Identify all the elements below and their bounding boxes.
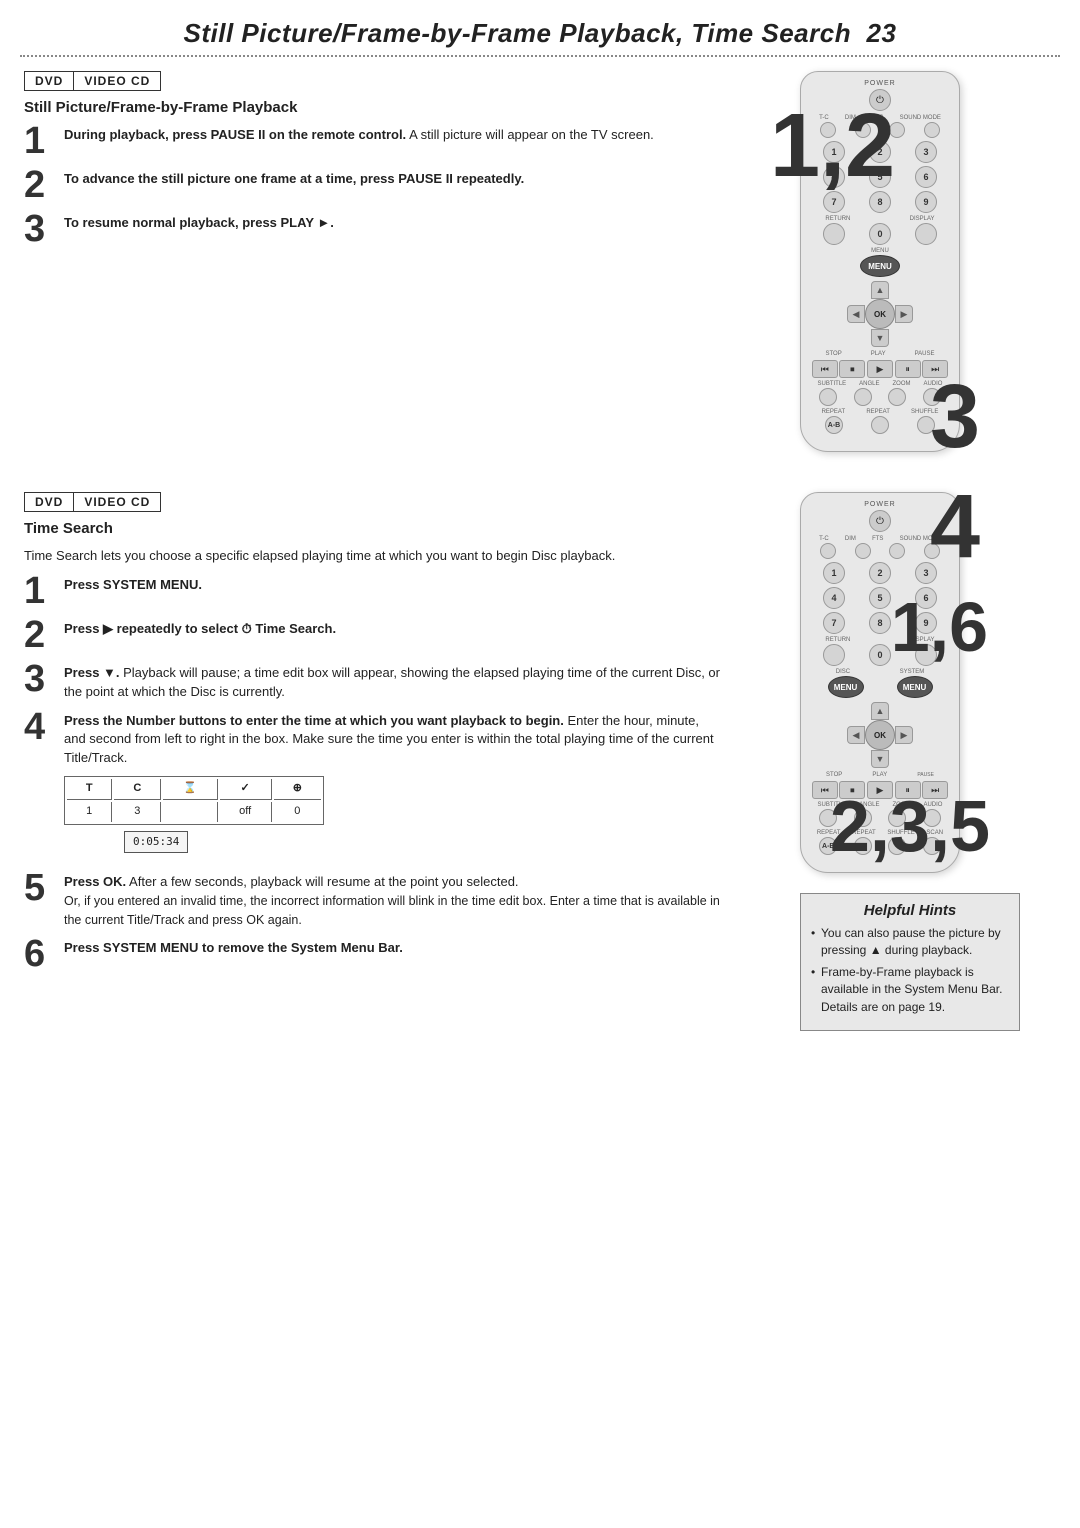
time-table: T C ⌛ ✓ ⊕ 1 3 off 0 bbox=[64, 776, 324, 825]
step-content-b5: Press OK. After a few seconds, playback … bbox=[64, 873, 720, 930]
step-2-bottom: 2 Press ▶ repeatedly to select ⏱ Time Se… bbox=[24, 620, 720, 654]
step-1-bottom: 1 Press SYSTEM MENU. bbox=[24, 576, 720, 610]
step-3-bottom: 3 Press ▼. Playback will pause; a time e… bbox=[24, 664, 720, 702]
step-content-3: To resume normal playback, press PLAY ►. bbox=[64, 214, 720, 233]
bottom-labels: SUBTITLE ANGLE ZOOM AUDIO bbox=[811, 381, 949, 387]
step-num-b4: 4 bbox=[24, 708, 56, 746]
overlay-num-16: 1,6 bbox=[891, 592, 988, 662]
step-6-bottom: 6 Press SYSTEM MENU to remove the System… bbox=[24, 939, 720, 973]
step-num-b2: 2 bbox=[24, 616, 56, 654]
time-search-intro: Time Search lets you choose a specific e… bbox=[24, 547, 720, 566]
step-content-2: To advance the still picture one frame a… bbox=[64, 170, 720, 189]
remote2-small-btns bbox=[811, 543, 949, 559]
remote2-power-label: POWER bbox=[811, 501, 949, 508]
hint-item-1: You can also pause the picture by pressi… bbox=[811, 925, 1009, 960]
remote2-dpad: ▲ ◀ OK ▶ ▼ bbox=[811, 702, 949, 768]
step-1-top: 1 During playback, press PAUSE II on the… bbox=[24, 126, 720, 160]
step-2-top: 2 To advance the still picture one frame… bbox=[24, 170, 720, 204]
transport-btns: ⏮ ⏹ ▶ ⏸ ⏭ bbox=[811, 360, 949, 378]
page-title: Still Picture/Frame-by-Frame Playback, T… bbox=[0, 0, 1080, 55]
step-5-bottom: 5 Press OK. After a few seconds, playbac… bbox=[24, 873, 720, 930]
remote2-ok-btn: OK bbox=[865, 720, 895, 750]
transport-labels: STOP PLAY PAUSE bbox=[811, 351, 949, 357]
step-4-bottom: 4 Press the Number buttons to enter the … bbox=[24, 712, 720, 863]
badge-videocd-2: VIDEO CD bbox=[73, 492, 161, 512]
step-content-b6: Press SYSTEM MENU to remove the System M… bbox=[64, 939, 720, 958]
step-num-b3: 3 bbox=[24, 660, 56, 698]
step-num-b6: 6 bbox=[24, 935, 56, 973]
step-content-1: During playback, press PAUSE II on the r… bbox=[64, 126, 720, 145]
remote2-menu-btns: MENU MENU bbox=[811, 676, 949, 698]
overlay-num-3: 3 bbox=[930, 372, 980, 462]
section-divider-top bbox=[20, 55, 1060, 57]
repeat-labels: REPEAT REPEAT SHUFFLE bbox=[811, 409, 949, 415]
remote2-power-btn: ⏻ bbox=[869, 510, 891, 532]
overlay-num-235: 2,3,5 bbox=[830, 791, 990, 863]
hints-title: Helpful Hints bbox=[811, 902, 1009, 919]
section-title-bottom: Time Search bbox=[24, 520, 720, 537]
remote-2-wrap: 4 POWER ⏻ T-C DIM FTS SOUND MODE bbox=[800, 492, 960, 873]
step-content-b4: Press the Number buttons to enter the ti… bbox=[64, 712, 720, 863]
remote-return-display-labels: RETURN DISPLAY bbox=[811, 216, 949, 222]
hints-list: You can also pause the picture by pressi… bbox=[811, 925, 1009, 1016]
step-content-b3: Press ▼. Playback will pause; a time edi… bbox=[64, 664, 720, 702]
step-num-b5: 5 bbox=[24, 869, 56, 907]
bottom-btns bbox=[811, 388, 949, 406]
remote2-labels-row1: T-C DIM FTS SOUND MODE bbox=[811, 536, 949, 542]
step-num-1: 1 bbox=[24, 122, 56, 160]
step-num-b1: 1 bbox=[24, 572, 56, 610]
repeat-btns: A-B bbox=[811, 416, 949, 434]
remote-return-zero-display-row: 0 bbox=[811, 223, 949, 245]
badge-videocd: VIDEO CD bbox=[73, 71, 161, 91]
step-3-top: 3 To resume normal playback, press PLAY … bbox=[24, 214, 720, 248]
system-menu-label: MENU bbox=[811, 248, 949, 254]
dpad: ▲ ◀ OK ▶ ▼ bbox=[811, 281, 949, 347]
ok-btn: OK bbox=[865, 299, 895, 329]
time-display: 0:05:34 bbox=[124, 831, 188, 853]
hint-item-2: Frame-by-Frame playback is available in … bbox=[811, 964, 1009, 1016]
remote-power-label: POWER bbox=[811, 80, 949, 87]
section-title-top: Still Picture/Frame-by-Frame Playback bbox=[24, 99, 720, 116]
remote2-disc-system-labels: DISC SYSTEM bbox=[811, 669, 949, 675]
step-num-2: 2 bbox=[24, 166, 56, 204]
step-num-3: 3 bbox=[24, 210, 56, 248]
system-menu-btn: MENU bbox=[860, 255, 900, 277]
hints-box: Helpful Hints You can also pause the pic… bbox=[800, 893, 1020, 1031]
badge-row-bottom: DVD VIDEO CD bbox=[24, 492, 720, 512]
step-content-b1: Press SYSTEM MENU. bbox=[64, 576, 720, 595]
overlay-num-4: 4 bbox=[930, 482, 980, 572]
badge-dvd: DVD bbox=[24, 71, 74, 91]
remote2-num-row1: 1 2 3 bbox=[811, 562, 949, 584]
badge-dvd-2: DVD bbox=[24, 492, 74, 512]
remote2-transport-labels: STOP PLAY PAUSE bbox=[811, 772, 949, 778]
badge-row-top: DVD VIDEO CD bbox=[24, 71, 720, 91]
overlay-num-12: 1,2 bbox=[770, 101, 895, 191]
step-content-b2: Press ▶ repeatedly to select ⏱ Time Sear… bbox=[64, 620, 720, 639]
